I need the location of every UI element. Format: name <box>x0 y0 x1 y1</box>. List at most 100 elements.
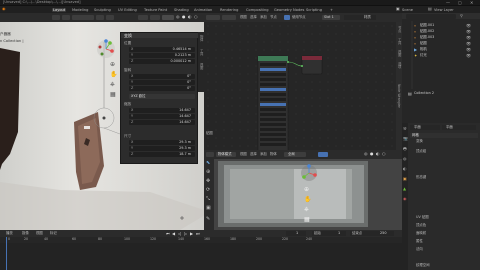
tab-rendering[interactable]: Rendering <box>220 8 238 12</box>
rotation-z-field[interactable] <box>129 86 195 91</box>
add-workspace-button[interactable]: + <box>330 8 333 12</box>
rv-shading-rendered-icon[interactable]: ○ <box>382 152 386 156</box>
tab-node[interactable]: 节点 <box>397 26 401 32</box>
node-menu-select[interactable]: 选择 <box>250 15 257 19</box>
filter-icon[interactable]: ⚲ <box>460 14 463 18</box>
node-menu-view[interactable]: 视图 <box>240 15 247 19</box>
outliner-row[interactable]: ▶ 相机 👁 <box>402 47 480 52</box>
pan-icon[interactable]: ✋ <box>110 72 117 78</box>
outliner-row[interactable]: ▿ 贴图.001 👁 <box>402 23 480 28</box>
minimize-button[interactable]: — <box>446 0 450 5</box>
camera-view-icon[interactable]: ⎈ <box>110 82 115 88</box>
rv-shading-wire-icon[interactable]: ◎ <box>364 152 368 156</box>
maximize-button[interactable]: ▢ <box>458 0 462 5</box>
section-row[interactable]: 形态键 <box>410 175 478 180</box>
scene-selector[interactable]: Scene <box>402 8 413 12</box>
data-tab-icon[interactable]: ▲ <box>403 187 406 191</box>
annotate-tool-icon[interactable]: ✎ <box>206 217 210 222</box>
visibility-icon[interactable]: 👁 <box>466 41 471 46</box>
section-vertex-colors[interactable]: 顶点色 <box>410 223 478 228</box>
tab-compositing[interactable]: Compositing <box>246 8 269 12</box>
rv-pan-icon[interactable]: ✋ <box>304 197 311 203</box>
zoom-icon[interactable]: ⊕ <box>110 62 115 68</box>
next-key-icon[interactable]: ▶ <box>190 231 193 236</box>
jump-start-icon[interactable]: ⏮ <box>166 231 170 236</box>
section-row[interactable]: 顶点组 <box>410 149 478 154</box>
tab-modeling[interactable]: Modeling <box>72 8 88 12</box>
timeline-menu-marker[interactable]: 标记 <box>50 231 57 235</box>
viewport-transform-orientation[interactable] <box>72 15 94 20</box>
rv-menu-add[interactable]: 添加 <box>260 152 267 156</box>
section-uv-maps[interactable]: UV 贴图 <box>410 215 478 220</box>
visibility-icon[interactable]: 👁 <box>466 35 471 40</box>
timeline[interactable]: 播放 抠像 视图 标记 ⏮ ◀ ◁ ▷ ▶ ⏭ 1 起始 1 结束点 250 0… <box>0 230 402 270</box>
render-preview-viewport[interactable]: ⬉ ⊕ ✥ ⟳ ⤡ ▣ ✎ ⊕ ✋ ⎈ ▦ <box>204 159 402 230</box>
outliner-row[interactable]: ▿ 贴图 👁 <box>402 41 480 46</box>
section-face-maps[interactable]: 面映射 <box>410 231 478 236</box>
tab-shading[interactable]: Shading <box>174 8 189 12</box>
move-tool-icon[interactable]: ✥ <box>206 179 210 184</box>
tab-layout[interactable]: Layout <box>52 7 67 12</box>
rv-shading-material-icon[interactable]: ◐ <box>376 152 380 156</box>
tab-scripting[interactable]: Scripting <box>306 8 322 12</box>
timeline-menu-playback[interactable]: 播放 <box>6 231 13 235</box>
visibility-icon[interactable]: 👁 <box>466 29 471 34</box>
render-tab-icon[interactable]: 📷 <box>403 137 408 141</box>
object-tab-icon[interactable]: ▣ <box>403 177 407 181</box>
transform-tool-icon[interactable]: ▣ <box>206 206 211 211</box>
overlay-toggle[interactable] <box>138 15 148 20</box>
prev-key-icon[interactable]: ◀ <box>172 231 175 236</box>
perspective-toggle-icon[interactable]: ▦ <box>110 92 116 98</box>
viewport-mode-button[interactable] <box>52 15 60 20</box>
use-nodes-checkbox[interactable] <box>284 15 290 20</box>
tab-view[interactable]: 视图 <box>397 50 401 56</box>
outliner-row[interactable]: ▤ Collection 2 <box>402 91 480 96</box>
view-layer-selector[interactable]: View Layer <box>434 8 454 12</box>
navigation-gizmo[interactable] <box>94 38 118 60</box>
tool-tab-icon[interactable]: ⚒ <box>403 127 407 131</box>
visibility-icon[interactable]: 👁 <box>466 47 471 52</box>
rv-menu-view[interactable]: 视图 <box>240 152 247 156</box>
tab-animation[interactable]: Animation <box>194 8 212 12</box>
shading-material-icon[interactable]: ◐ <box>188 15 192 19</box>
outliner-row[interactable]: ▿ 贴图.003 👁 <box>402 35 480 40</box>
xray-toggle[interactable] <box>162 15 174 20</box>
viewport-pivot-button[interactable] <box>62 15 70 20</box>
blender-logo-icon[interactable]: ◉ <box>2 7 6 11</box>
node-menu-node[interactable]: 节点 <box>270 15 277 19</box>
snap-toggle[interactable] <box>96 15 104 20</box>
tab-view[interactable]: 视图 <box>199 63 203 69</box>
cursor-tool-icon[interactable]: ⊕ <box>206 170 210 175</box>
gizmo-toggle[interactable] <box>150 15 160 20</box>
transform-header[interactable]: 变换 <box>121 33 199 38</box>
timeline-menu-keying[interactable]: 抠像 <box>22 231 29 235</box>
material-selector[interactable] <box>344 15 376 20</box>
section-normals[interactable]: 法向 <box>410 247 478 252</box>
section-row[interactable]: 变换 <box>410 139 478 144</box>
select-tool-icon[interactable]: ⬉ <box>206 161 210 166</box>
visibility-icon[interactable]: 👁 <box>466 23 471 28</box>
rv-camera-icon[interactable]: ⎈ <box>304 207 309 213</box>
rv-shading-solid-icon[interactable]: ● <box>370 152 374 156</box>
rv-menu-select[interactable]: 选择 <box>250 152 257 156</box>
rotate-tool-icon[interactable]: ⟳ <box>206 188 210 193</box>
tab-sculpting[interactable]: Sculpting <box>94 8 111 12</box>
rotation-x-field[interactable] <box>129 74 195 79</box>
outliner-row[interactable]: ▿ 贴图.002 👁 <box>402 29 480 34</box>
play-reverse-icon[interactable]: ◁ <box>178 231 181 236</box>
tab-item[interactable]: 物体 <box>199 35 203 41</box>
section-texture-space[interactable]: 纹理空间 <box>410 263 478 268</box>
shading-rendered-icon[interactable]: ○ <box>194 15 198 19</box>
jump-end-icon[interactable]: ⏭ <box>196 231 200 236</box>
rotation-y-field[interactable] <box>129 80 195 85</box>
visibility-icon[interactable]: 👁 <box>466 53 471 58</box>
section-mesh[interactable]: 网格 <box>410 133 478 138</box>
tab-texture-paint[interactable]: Texture Paint <box>144 8 167 12</box>
scene-tab-icon[interactable]: ◍ <box>403 157 407 161</box>
tab-tool[interactable]: 工具 <box>397 38 401 44</box>
rv-perspective-icon[interactable]: ▦ <box>304 217 310 223</box>
rv-zoom-icon[interactable]: ⊕ <box>304 187 309 193</box>
close-button[interactable]: ✕ <box>470 0 473 5</box>
rv-navigation-gizmo[interactable] <box>298 163 320 183</box>
rv-overlay-toggle[interactable] <box>318 152 328 157</box>
